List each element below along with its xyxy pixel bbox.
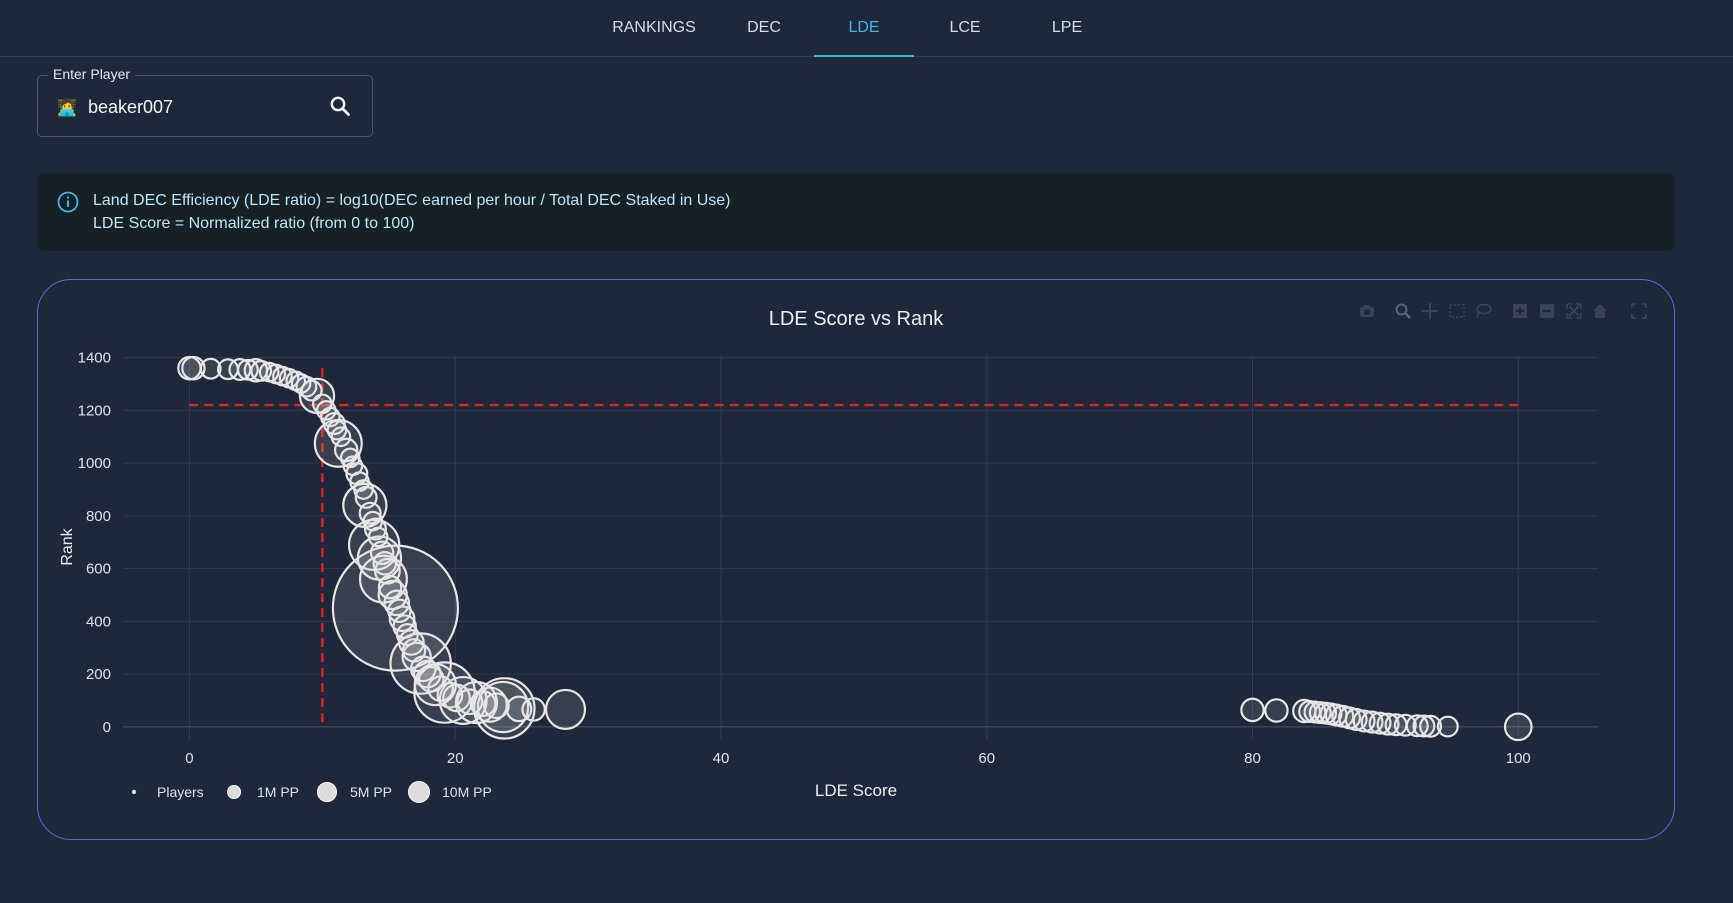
lde-scatter-chart[interactable]: LDE Score vs Rank 0 20 40 60 80 1000200400600… [0, 0, 1733, 903]
data-point [372, 551, 398, 576]
data-point [544, 688, 587, 730]
legend-label: 5M PP [350, 784, 392, 800]
x-tick-label: 100 [1506, 750, 1531, 767]
x-tick-label: 80 [1244, 750, 1261, 767]
legend-marker [408, 781, 430, 803]
legend-label: 10M PP [442, 784, 492, 800]
legend-label: Players [157, 784, 204, 800]
data-point [367, 526, 389, 548]
data-point [1264, 698, 1289, 723]
x-tick-label: 40 [713, 750, 730, 767]
chart-legend: Players 1M PP 5M PP 10M PP [131, 781, 492, 803]
data-point [483, 692, 510, 720]
x-tick-label: 0 [185, 750, 193, 767]
y-tick-label: 200 [86, 666, 111, 683]
data-point [1436, 715, 1459, 738]
data-point [395, 623, 419, 647]
y-tick-label: 800 [86, 508, 111, 525]
y-tick-label: 0 [103, 719, 111, 736]
x-axis-label: LDE Score [815, 781, 897, 800]
y-tick-label: 1400 [78, 350, 111, 367]
data-point [377, 574, 403, 600]
data-point [1240, 697, 1265, 723]
chart-title: LDE Score vs Rank [769, 308, 945, 330]
y-tick-label: 600 [86, 561, 111, 578]
data-point [290, 373, 312, 394]
data-point [521, 697, 546, 722]
y-tick-label: 1000 [78, 455, 111, 472]
y-tick-label: 400 [86, 613, 111, 630]
legend-marker [317, 782, 337, 802]
y-tick-label: 1200 [78, 402, 111, 419]
legend-marker [131, 789, 137, 795]
legend-marker [227, 785, 241, 799]
data-point [330, 426, 352, 448]
legend-label: 1M PP [257, 784, 299, 800]
data-point [353, 479, 374, 500]
x-tick-label: 20 [447, 750, 464, 767]
data-point [217, 358, 239, 381]
data-points [177, 355, 1533, 742]
data-point [1503, 712, 1533, 742]
x-tick-label: 60 [978, 750, 995, 767]
y-axis-label: Rank [59, 527, 76, 565]
chart-grid [123, 355, 1598, 740]
